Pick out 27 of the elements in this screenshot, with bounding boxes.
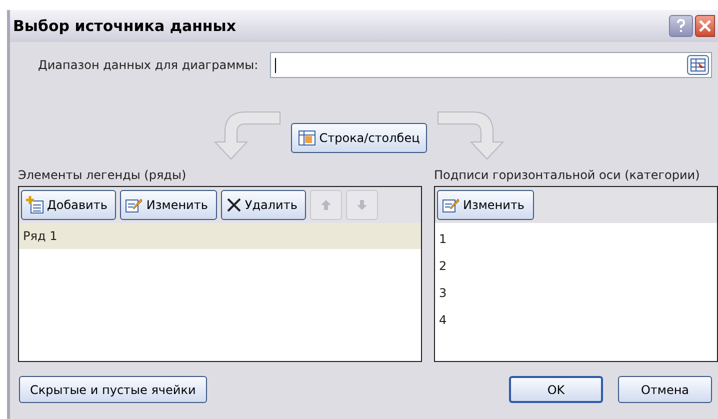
section-label: Элементы легенды (ряды) xyxy=(18,167,188,184)
window-title: Выбор источника данных xyxy=(13,16,238,37)
range-picker-icon[interactable] xyxy=(687,55,709,75)
input-field[interactable] xyxy=(270,52,712,78)
section-label: Подписи горизонтальной оси (категории) xyxy=(434,167,701,184)
close-icon xyxy=(699,20,711,32)
add-icon xyxy=(26,196,44,214)
table-icon xyxy=(298,130,316,146)
close-button[interactable] xyxy=(695,15,715,37)
add-button[interactable]: Добавить xyxy=(21,190,116,220)
delete-icon xyxy=(226,197,242,213)
list-item[interactable]: Ряд 1 xyxy=(19,223,421,249)
edit-icon xyxy=(125,197,144,213)
row-column-button[interactable]: Строка/столбец xyxy=(291,123,427,153)
ok-button[interactable]: OK xyxy=(509,376,603,403)
cancel-button[interactable]: Отмена xyxy=(618,376,712,403)
down-arrow-icon xyxy=(356,199,368,211)
help-icon xyxy=(676,19,686,33)
edit-button[interactable]: Изменить xyxy=(120,190,217,220)
hidden-cells-button[interactable]: Скрытые и пустые ячейки xyxy=(19,376,207,403)
edit-icon xyxy=(442,197,460,213)
help-button[interactable] xyxy=(669,15,693,37)
field-label: Диапазон данных для диаграммы: xyxy=(38,57,258,74)
up-arrow-icon xyxy=(320,199,332,211)
edit-button[interactable]: Изменить xyxy=(437,190,534,220)
delete-button[interactable]: Удалить xyxy=(220,190,306,220)
text-cursor xyxy=(275,58,276,72)
